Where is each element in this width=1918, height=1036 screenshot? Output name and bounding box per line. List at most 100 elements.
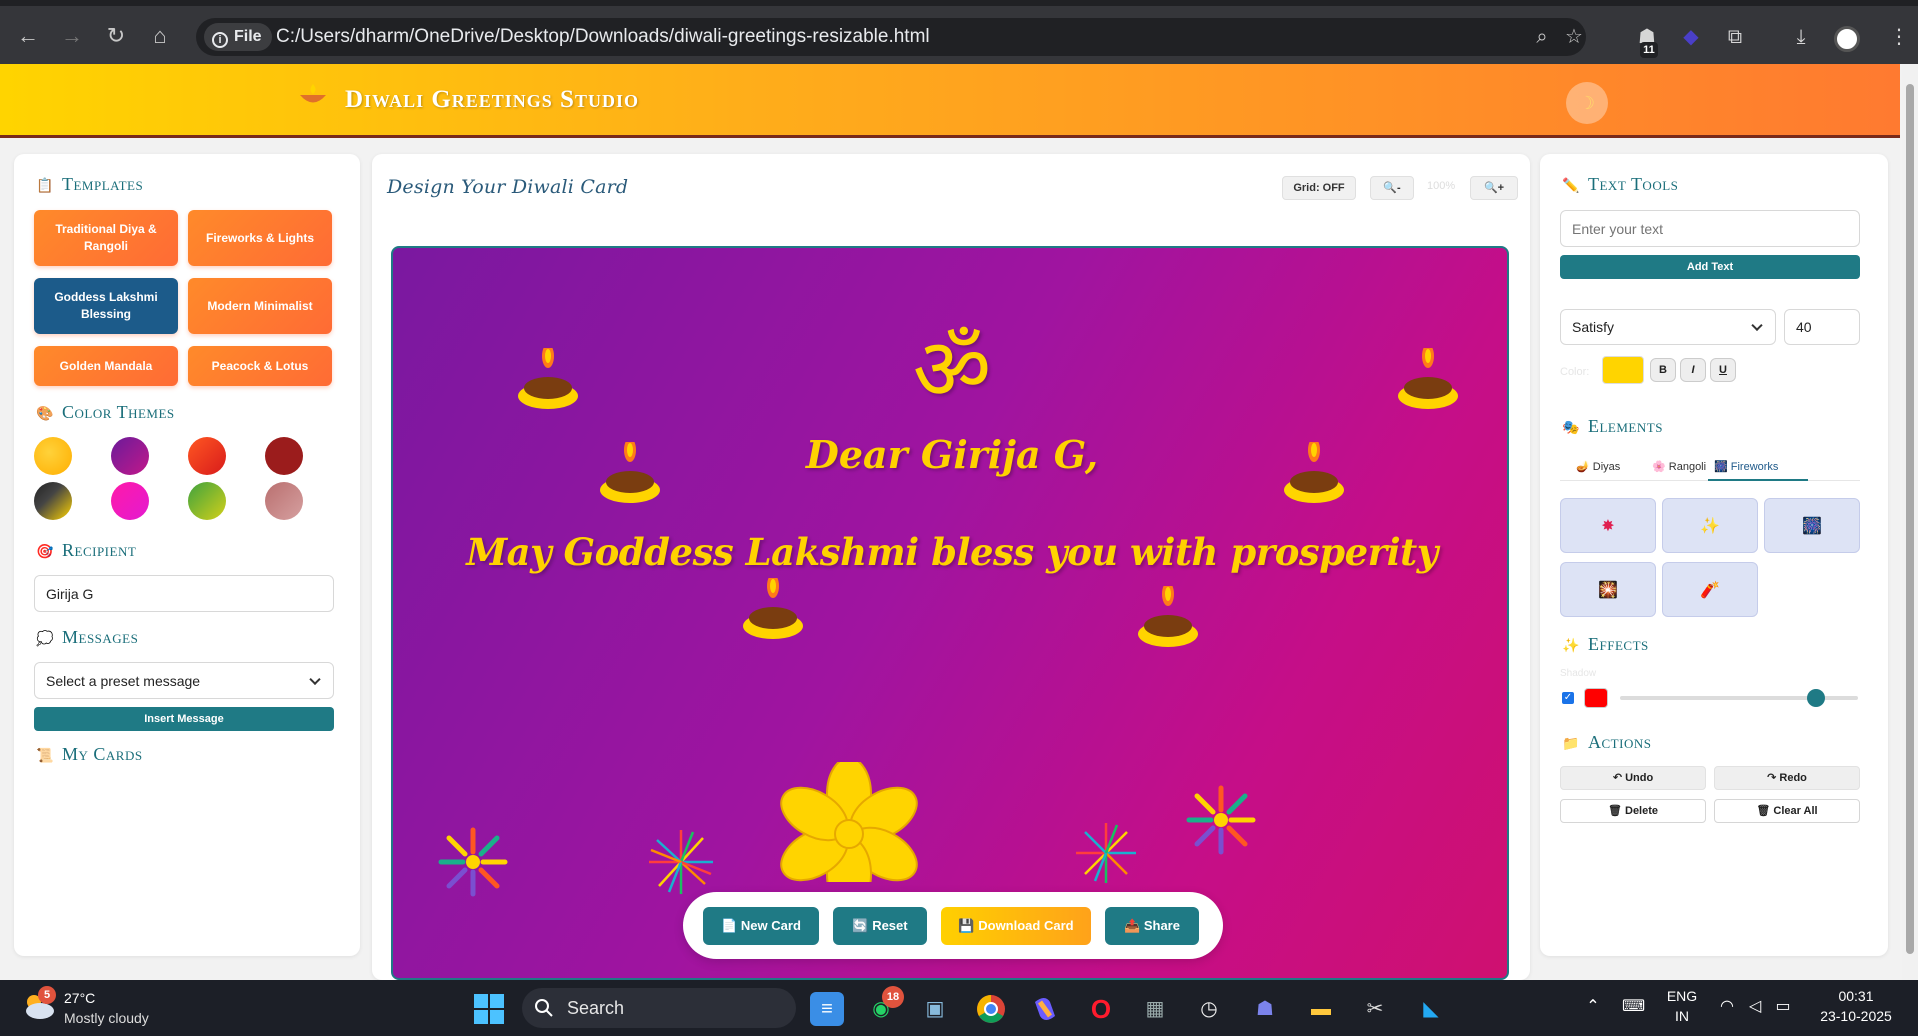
wifi-icon[interactable]: ◠ — [1716, 996, 1738, 1018]
battery-icon[interactable]: ▭ — [1772, 996, 1794, 1018]
clear-all-button[interactable]: 🗑 Clear All — [1714, 799, 1860, 823]
template-golden-mandala[interactable]: Golden Mandala — [34, 346, 178, 386]
forward-icon[interactable]: → — [58, 22, 86, 50]
shadow-checkbox[interactable]: ✓ — [1562, 692, 1574, 704]
template-fireworks[interactable]: Fireworks & Lights — [188, 210, 332, 266]
grid-toggle-button[interactable]: Grid: OFF — [1282, 176, 1356, 200]
insert-message-button[interactable]: Insert Message — [34, 707, 334, 731]
theme-swatch-pink[interactable] — [111, 482, 149, 520]
preset-message-select[interactable]: Select a preset message — [34, 662, 334, 699]
download-card-button[interactable]: 💾 Download Card — [941, 907, 1091, 945]
card-message-text[interactable]: May Goddess Lakshmi bless you with prosp… — [393, 530, 1507, 574]
share-button[interactable]: 📤 Share — [1105, 907, 1199, 945]
snipping-tool-app-icon[interactable]: ✂ — [1358, 992, 1392, 1026]
zoom-in-button[interactable]: 🔍+ — [1470, 176, 1518, 200]
page-scrollbar[interactable] — [1902, 64, 1918, 980]
template-goddess-lakshmi[interactable]: Goddess Lakshmi Blessing — [34, 278, 178, 334]
weather-temperature[interactable]: 27°C — [64, 990, 95, 1006]
file-explorer-app-icon[interactable]: ▬ — [1304, 992, 1338, 1026]
zoom-icon[interactable]: ⌕ — [1530, 25, 1554, 49]
chrome-app-icon[interactable] — [974, 992, 1008, 1026]
language-top[interactable]: ENG — [1664, 988, 1700, 1004]
download-icon[interactable]: ⤓ — [1786, 22, 1816, 52]
back-icon[interactable]: ← — [14, 22, 42, 50]
keyboard-icon[interactable]: ⌨ — [1622, 996, 1645, 1018]
font-select[interactable]: Satisfy — [1560, 309, 1776, 345]
add-text-button[interactable]: Add Text — [1560, 255, 1860, 279]
element-tile-starburst-icon[interactable]: ✸ — [1560, 498, 1656, 553]
quick-assist-app-icon[interactable]: ▣ — [918, 992, 952, 1026]
extension-diamond-icon[interactable]: ◆ — [1676, 22, 1706, 52]
theme-swatch-green[interactable] — [188, 482, 226, 520]
windows-start-icon[interactable] — [474, 994, 504, 1024]
diya-icon[interactable] — [742, 578, 804, 642]
vscode-app-icon[interactable]: ◣ — [1414, 992, 1448, 1026]
extensions-puzzle-icon[interactable]: ⧉ — [1720, 22, 1750, 52]
text-color-picker[interactable] — [1602, 356, 1644, 384]
bookmark-star-icon[interactable]: ☆ — [1562, 25, 1586, 49]
om-symbol[interactable]: ॐ — [393, 308, 1507, 425]
element-tile-sparkler-icon[interactable]: 🎇 — [1560, 562, 1656, 617]
chevron-up-icon[interactable]: ⌃ — [1582, 996, 1604, 1018]
template-modern-minimalist[interactable]: Modern Minimalist — [188, 278, 332, 334]
text-input[interactable] — [1560, 210, 1860, 247]
language-bottom[interactable]: IN — [1664, 1008, 1700, 1024]
weather-description[interactable]: Mostly cloudy — [64, 1010, 149, 1026]
home-icon[interactable]: ⌂ — [146, 22, 174, 50]
clock-app-icon[interactable]: ◷ — [1192, 992, 1226, 1026]
theme-swatch-red[interactable] — [188, 437, 226, 475]
scrollbar-thumb[interactable] — [1906, 84, 1914, 954]
theme-swatch-gold[interactable] — [34, 437, 72, 475]
greeting-card-canvas[interactable]: ॐ Dear Girija G, May Goddess Lakshmi ble… — [391, 246, 1509, 980]
site-info-chip[interactable]: i File — [204, 23, 272, 51]
lotus-flower-icon[interactable] — [777, 762, 921, 882]
underline-button[interactable]: U — [1710, 358, 1736, 382]
calculator-app-icon[interactable]: ▦ — [1138, 992, 1172, 1026]
theme-toggle-moon-icon[interactable]: ☽ — [1566, 82, 1608, 124]
theme-swatch-rose[interactable] — [265, 482, 303, 520]
template-traditional-diya[interactable]: Traditional Diya & Rangoli — [34, 210, 178, 266]
element-tile-fireworks-icon[interactable]: 🎆 — [1764, 498, 1860, 553]
tab-rangoli[interactable]: 🌸 Rangoli — [1652, 460, 1706, 473]
tab-diyas[interactable]: 🪔 Diyas — [1576, 460, 1620, 473]
menu-icon[interactable]: ⋮ — [1884, 22, 1914, 52]
notepad-app-icon[interactable]: ≡ — [810, 992, 844, 1026]
theme-swatch-maroon[interactable] — [265, 437, 303, 475]
template-peacock-lotus[interactable]: Peacock & Lotus — [188, 346, 332, 386]
tab-fireworks[interactable]: 🎆 Fireworks — [1714, 460, 1778, 473]
firework-icon[interactable] — [1181, 780, 1261, 860]
zoom-out-button[interactable]: 🔍- — [1370, 176, 1414, 200]
address-bar[interactable]: i File C:/Users/dharm/OneDrive/Desktop/Do… — [196, 18, 1586, 56]
volume-icon[interactable]: ◁ — [1744, 996, 1766, 1018]
sparkler-icon[interactable] — [645, 826, 717, 898]
url-text[interactable]: C:/Users/dharm/OneDrive/Desktop/Download… — [276, 18, 930, 56]
italic-button[interactable]: I — [1680, 358, 1706, 382]
firework-icon[interactable] — [433, 822, 513, 902]
clock-date[interactable]: 23-10-2025 — [1806, 1008, 1906, 1024]
undo-button[interactable]: ↶ Undo — [1560, 766, 1706, 790]
copilot-app-icon[interactable] — [1028, 992, 1062, 1026]
teams-app-icon[interactable]: ☗ — [1248, 992, 1282, 1026]
bold-button[interactable]: B — [1650, 358, 1676, 382]
diya-icon[interactable] — [1137, 586, 1199, 650]
reload-icon[interactable]: ↻ — [102, 22, 130, 50]
shadow-slider-thumb[interactable] — [1807, 689, 1825, 707]
clock-time[interactable]: 00:31 — [1806, 988, 1906, 1004]
element-tile-rocket-icon[interactable]: 🧨 — [1662, 562, 1758, 617]
opera-app-icon[interactable]: O — [1084, 992, 1118, 1026]
sparkler-icon[interactable] — [1073, 820, 1139, 886]
redo-button[interactable]: ↷ Redo — [1714, 766, 1860, 790]
profile-avatar[interactable] — [1834, 26, 1860, 52]
theme-swatch-black-gold[interactable] — [34, 482, 72, 520]
shadow-color-picker[interactable] — [1584, 688, 1608, 708]
font-size-input[interactable]: 40 — [1784, 309, 1860, 345]
new-card-button[interactable]: 📄 New Card — [703, 907, 819, 945]
theme-swatch-purple[interactable] — [111, 437, 149, 475]
taskbar-search[interactable]: Search — [522, 988, 796, 1028]
delete-button[interactable]: 🗑 Delete — [1560, 799, 1706, 823]
reset-button[interactable]: 🔄 Reset — [833, 907, 927, 945]
recipient-input[interactable]: Girija G — [34, 575, 334, 612]
card-greeting-text[interactable]: Dear Girija G, — [393, 432, 1507, 477]
shadow-slider-track[interactable] — [1620, 689, 1858, 707]
element-tile-sparkle-icon[interactable]: ✨ — [1662, 498, 1758, 553]
